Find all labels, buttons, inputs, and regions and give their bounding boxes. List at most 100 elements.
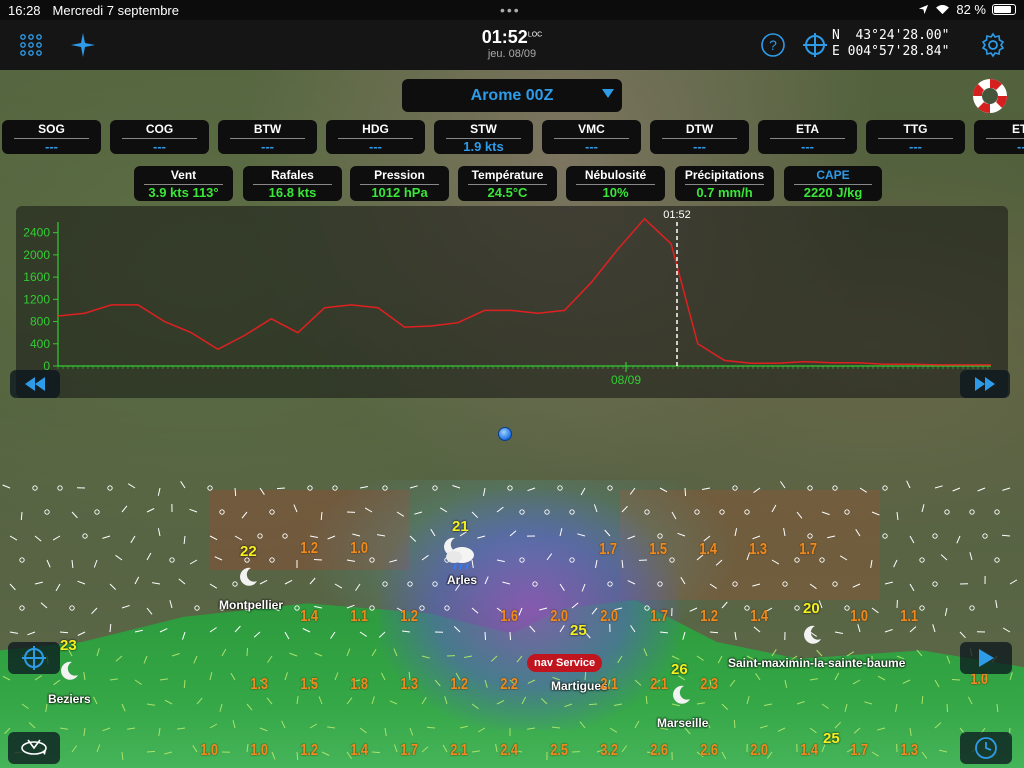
wind-barb: [91, 607, 98, 615]
multitask-dots[interactable]: •••: [500, 2, 521, 18]
moon-icon: [61, 661, 78, 680]
wind-barb: [934, 485, 943, 489]
wind-barb: [752, 535, 761, 540]
wind-barb: [527, 487, 536, 492]
nav-box-sog[interactable]: SOG ---: [2, 120, 101, 154]
cape-chart-panel[interactable]: 2400 2000 1600 1200 800 400 0 08/09 01:52: [16, 206, 1008, 398]
wind-barb: [40, 602, 48, 609]
nav-box-eta[interactable]: ETA ---: [974, 120, 1024, 154]
nav-box-label: DTW: [685, 122, 714, 136]
weather-box-1[interactable]: Rafales 16.8 kts: [243, 166, 342, 201]
wind-barb: [9, 535, 18, 541]
wind-speed-label: 1.2: [450, 676, 469, 693]
weather-box-5[interactable]: Précipitations 0.7 mm/h: [675, 166, 774, 201]
wind-barb: [259, 487, 265, 495]
calm-wind-marker: [994, 509, 1000, 515]
wind-barb: [540, 698, 548, 705]
lifebuoy-icon[interactable]: [970, 76, 1010, 116]
nav-box-label: ETA: [1011, 122, 1024, 136]
nav-box-label: SOG: [38, 122, 65, 136]
wind-barb: [359, 631, 367, 637]
wind-barb: [389, 700, 398, 705]
city-label[interactable]: Saint-maximin-la-sainte-baume: [728, 656, 905, 670]
wind-barb: [193, 655, 198, 664]
nav-box-eta[interactable]: ETA ---: [758, 120, 857, 154]
weather-box-0[interactable]: Vent 3.9 kts 113°: [134, 166, 233, 201]
wind-speed-label: 1.7: [400, 742, 419, 759]
city-label[interactable]: Beziers: [48, 692, 91, 706]
calm-wind-marker: [257, 533, 263, 539]
wind-barb: [52, 535, 61, 541]
wind-barb: [127, 727, 136, 730]
play-animation-button[interactable]: [960, 642, 1012, 674]
wind-barb: [146, 508, 155, 513]
calm-wind-marker: [194, 605, 200, 611]
nav-box-hdg[interactable]: HDG ---: [326, 120, 425, 154]
wind-barb: [771, 649, 777, 657]
help-icon[interactable]: ?: [758, 30, 788, 60]
nav-box-ttg[interactable]: TTG ---: [866, 120, 965, 154]
play-icon: [979, 649, 994, 667]
nav-box-dtw[interactable]: DTW ---: [650, 120, 749, 154]
nav-box-cog[interactable]: COG ---: [110, 120, 209, 154]
wind-barb: [21, 703, 29, 710]
settings-gear-icon[interactable]: [978, 30, 1008, 60]
city-label[interactable]: Marseille: [657, 716, 708, 730]
calm-wind-marker: [432, 485, 438, 491]
wind-speed-label: 1.2: [700, 608, 719, 625]
gps-coordinates[interactable]: N 43°24'28.00" E 004°57'28.84": [832, 28, 949, 60]
calm-wind-marker: [19, 557, 25, 563]
wind-barb: [852, 583, 861, 588]
wind-speed-label: 2.5: [550, 742, 569, 759]
weather-box-2[interactable]: Pression 1012 hPa: [350, 166, 449, 201]
wind-barb: [130, 535, 136, 544]
wind-barb: [496, 559, 505, 563]
nav-service-badge[interactable]: nav Service: [527, 654, 603, 672]
compass-star-icon[interactable]: [68, 30, 98, 60]
wind-barb: [309, 577, 316, 585]
calm-wind-marker: [607, 485, 613, 491]
weather-box-6[interactable]: CAPE 2220 J/kg: [784, 166, 882, 201]
nav-box-btw[interactable]: BTW ---: [218, 120, 317, 154]
grid-menu-icon[interactable]: [16, 30, 46, 60]
city-label[interactable]: Martigues: [551, 679, 608, 693]
calm-wind-marker: [794, 605, 800, 611]
position-marker[interactable]: [498, 427, 512, 441]
moon-icon: [240, 567, 257, 586]
model-selector[interactable]: Arome 00Z: [402, 79, 622, 112]
time-zone-label: LOC: [527, 31, 543, 39]
wind-barb: [516, 655, 523, 663]
center-position-button[interactable]: [8, 642, 60, 674]
wind-barb: [753, 626, 761, 633]
map-rotation-button[interactable]: [8, 732, 60, 764]
clock-icon: [975, 737, 997, 759]
nav-box-label: ETA: [795, 122, 820, 136]
wind-barb: [870, 559, 873, 568]
weather-box-4[interactable]: Nébulosité 10%: [566, 166, 665, 201]
weather-box-3[interactable]: Température 24.5°C: [458, 166, 557, 201]
nav-box-stw[interactable]: STW 1.9 kts: [434, 120, 533, 154]
wind-barb: [121, 505, 128, 513]
city-label[interactable]: Arles: [447, 573, 477, 587]
wind-barb: [896, 511, 899, 520]
time-selector-button[interactable]: [960, 732, 1012, 764]
wind-barb: [753, 487, 761, 494]
wind-barb: [595, 559, 598, 568]
calm-wind-marker: [282, 533, 288, 539]
wind-barb: [34, 675, 42, 681]
calm-wind-marker: [419, 605, 425, 611]
crosshair-icon[interactable]: [800, 30, 830, 60]
wind-barb: [234, 487, 237, 497]
wind-barb: [320, 511, 323, 521]
time-display[interactable]: 01:52LOC jeu. 08/09: [462, 27, 562, 60]
wind-barb: [671, 655, 680, 660]
calm-wind-marker: [944, 509, 950, 515]
wind-barb: [380, 672, 386, 681]
chart-scroll-left-button[interactable]: [10, 370, 60, 398]
cape-chart[interactable]: 2400200016001200800400008/0901:52: [16, 206, 1008, 398]
chart-scroll-right-button[interactable]: [960, 370, 1010, 398]
nav-box-vmc[interactable]: VMC ---: [542, 120, 641, 154]
wind-barb: [371, 751, 381, 754]
wind-barb: [884, 629, 893, 633]
city-label[interactable]: Montpellier: [219, 598, 283, 612]
